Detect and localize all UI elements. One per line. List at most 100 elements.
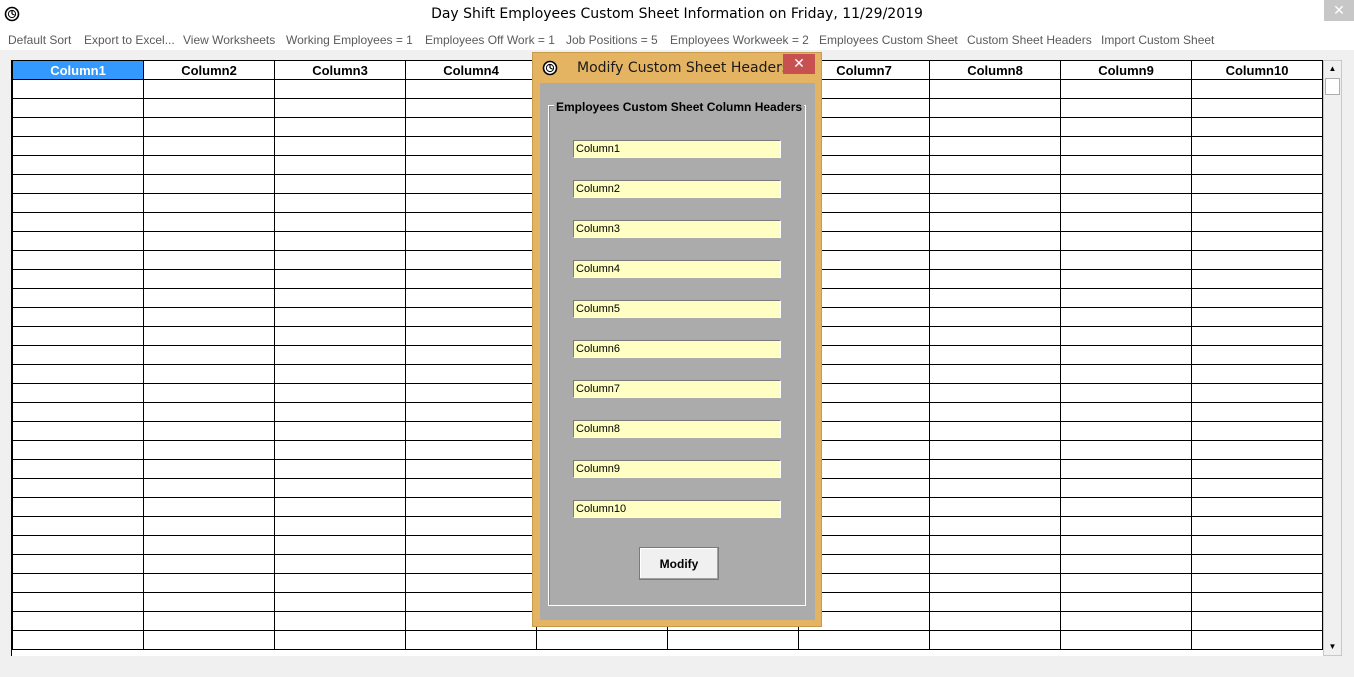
grid-cell[interactable] [1060, 174, 1192, 194]
grid-cell[interactable] [1191, 79, 1323, 99]
grid-cell[interactable] [143, 174, 275, 194]
grid-cell[interactable] [12, 155, 144, 175]
grid-cell[interactable] [1060, 250, 1192, 270]
column-header-2[interactable]: Column2 [143, 60, 275, 80]
grid-cell[interactable] [929, 250, 1061, 270]
grid-cell[interactable] [12, 307, 144, 327]
grid-cell[interactable] [929, 440, 1061, 460]
grid-cell[interactable] [1060, 421, 1192, 441]
grid-cell[interactable] [12, 269, 144, 289]
grid-cell[interactable] [405, 307, 537, 327]
grid-cell[interactable] [1191, 459, 1323, 479]
grid-cell[interactable] [929, 98, 1061, 118]
modify-button[interactable]: Modify [639, 547, 719, 580]
grid-cell[interactable] [929, 155, 1061, 175]
grid-cell[interactable] [1191, 383, 1323, 403]
grid-cell[interactable] [1191, 117, 1323, 137]
grid-cell[interactable] [929, 535, 1061, 555]
grid-cell[interactable] [1191, 573, 1323, 593]
grid-cell[interactable] [274, 269, 406, 289]
grid-cell[interactable] [929, 307, 1061, 327]
grid-cell[interactable] [1191, 516, 1323, 536]
grid-cell[interactable] [1060, 630, 1192, 650]
grid-cell[interactable] [12, 250, 144, 270]
grid-cell[interactable] [274, 345, 406, 365]
grid-cell[interactable] [1060, 155, 1192, 175]
grid-cell[interactable] [1060, 231, 1192, 251]
grid-cell[interactable] [1191, 307, 1323, 327]
grid-cell[interactable] [143, 288, 275, 308]
grid-cell[interactable] [1060, 402, 1192, 422]
column-header-4[interactable]: Column4 [405, 60, 537, 80]
grid-cell[interactable] [405, 535, 537, 555]
header-field-9[interactable] [573, 460, 781, 478]
grid-cell[interactable] [12, 174, 144, 194]
grid-cell[interactable] [274, 288, 406, 308]
grid-cell[interactable] [274, 497, 406, 517]
grid-cell[interactable] [1060, 459, 1192, 479]
grid-cell[interactable] [929, 117, 1061, 137]
grid-cell[interactable] [929, 269, 1061, 289]
grid-cell[interactable] [143, 459, 275, 479]
grid-cell[interactable] [274, 117, 406, 137]
grid-cell[interactable] [1060, 554, 1192, 574]
grid-cell[interactable] [12, 326, 144, 346]
column-header-1[interactable]: Column1 [12, 60, 144, 80]
grid-cell[interactable] [143, 383, 275, 403]
grid-cell[interactable] [12, 288, 144, 308]
grid-cell[interactable] [143, 269, 275, 289]
grid-cell[interactable] [143, 345, 275, 365]
grid-cell[interactable] [1060, 573, 1192, 593]
grid-cell[interactable] [143, 440, 275, 460]
header-field-10[interactable] [573, 500, 781, 518]
grid-cell[interactable] [929, 592, 1061, 612]
grid-cell[interactable] [1191, 611, 1323, 631]
grid-cell[interactable] [929, 193, 1061, 213]
grid-cell[interactable] [929, 459, 1061, 479]
grid-cell[interactable] [1060, 592, 1192, 612]
grid-cell[interactable] [143, 364, 275, 384]
grid-cell[interactable] [536, 630, 668, 650]
grid-cell[interactable] [143, 98, 275, 118]
grid-cell[interactable] [405, 231, 537, 251]
grid-cell[interactable] [274, 535, 406, 555]
grid-cell[interactable] [1191, 155, 1323, 175]
grid-cell[interactable] [274, 79, 406, 99]
menu-item-custom-sheet-headers[interactable]: Custom Sheet Headers [967, 33, 1092, 47]
grid-cell[interactable] [274, 611, 406, 631]
scroll-thumb[interactable] [1325, 78, 1340, 95]
grid-cell[interactable] [405, 250, 537, 270]
grid-cell[interactable] [143, 250, 275, 270]
grid-cell[interactable] [1191, 592, 1323, 612]
grid-cell[interactable] [929, 402, 1061, 422]
menu-item-employees-custom-sheet[interactable]: Employees Custom Sheet [819, 33, 958, 47]
grid-cell[interactable] [1191, 174, 1323, 194]
grid-cell[interactable] [143, 592, 275, 612]
grid-cell[interactable] [1191, 535, 1323, 555]
window-close-button[interactable]: ✕ [1324, 0, 1354, 21]
grid-cell[interactable] [1060, 345, 1192, 365]
grid-cell[interactable] [1191, 212, 1323, 232]
grid-cell[interactable] [929, 478, 1061, 498]
grid-cell[interactable] [274, 573, 406, 593]
grid-cell[interactable] [12, 611, 144, 631]
header-field-3[interactable] [573, 220, 781, 238]
grid-cell[interactable] [405, 174, 537, 194]
grid-cell[interactable] [143, 611, 275, 631]
grid-cell[interactable] [1191, 497, 1323, 517]
grid-cell[interactable] [1191, 250, 1323, 270]
grid-cell[interactable] [143, 421, 275, 441]
grid-cell[interactable] [143, 554, 275, 574]
grid-cell[interactable] [1060, 440, 1192, 460]
grid-cell[interactable] [12, 459, 144, 479]
scroll-down-icon[interactable]: ▼ [1324, 639, 1341, 655]
grid-cell[interactable] [12, 573, 144, 593]
grid-cell[interactable] [12, 117, 144, 137]
grid-cell[interactable] [274, 326, 406, 346]
grid-cell[interactable] [274, 212, 406, 232]
grid-cell[interactable] [1191, 554, 1323, 574]
grid-cell[interactable] [929, 288, 1061, 308]
grid-cell[interactable] [1060, 117, 1192, 137]
grid-cell[interactable] [929, 345, 1061, 365]
grid-cell[interactable] [12, 554, 144, 574]
